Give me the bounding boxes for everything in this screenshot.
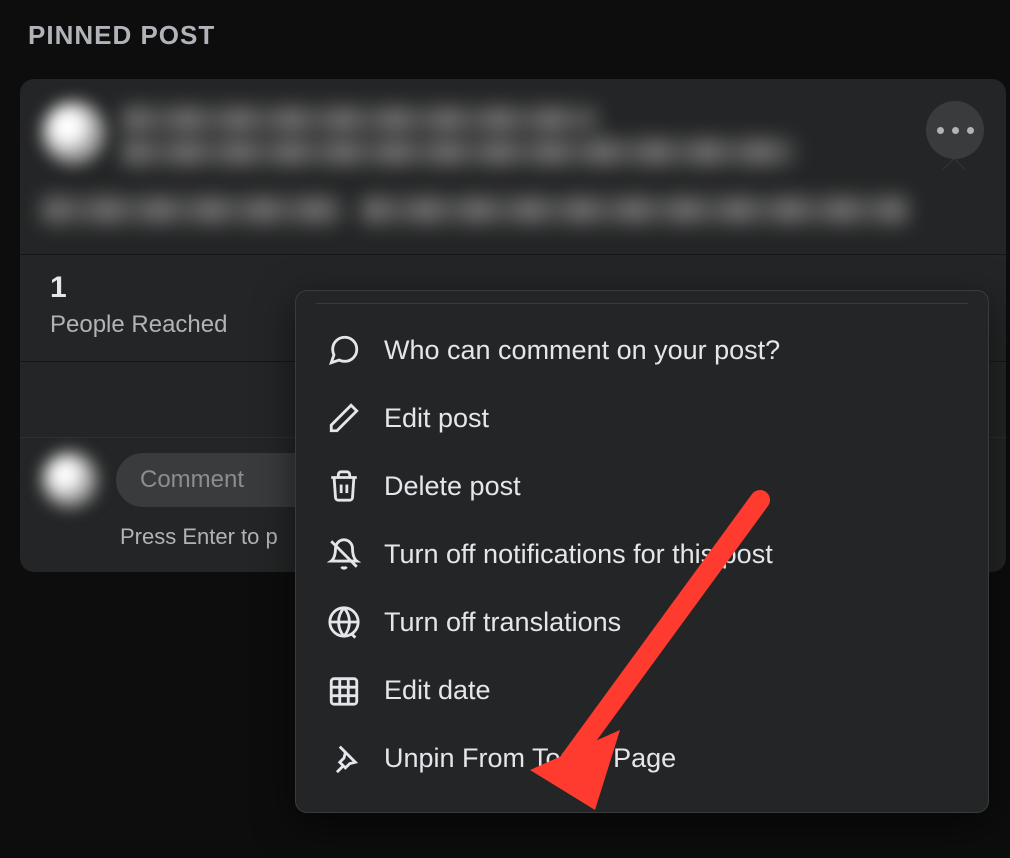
menu-label: Who can comment on your post? xyxy=(384,335,780,366)
trash-icon xyxy=(326,468,362,504)
author-name-blurred xyxy=(122,107,596,133)
menu-item-unpin[interactable]: Unpin From Top of Page xyxy=(296,724,988,792)
menu-item-edit-post[interactable]: Edit post xyxy=(296,384,988,452)
menu-item-turn-off-translations[interactable]: Turn off translations xyxy=(296,588,988,656)
more-icon xyxy=(952,127,959,134)
calendar-icon xyxy=(326,672,362,708)
menu-item-who-can-comment[interactable]: Who can comment on your post? xyxy=(296,316,988,384)
menu-separator xyxy=(316,303,968,304)
menu-label: Edit post xyxy=(384,403,489,434)
comment-bubble-icon xyxy=(326,332,362,368)
pinned-post-label: PINNED POST xyxy=(28,20,1006,51)
menu-label: Unpin From Top of Page xyxy=(384,743,676,774)
menu-item-edit-date[interactable]: Edit date xyxy=(296,656,988,724)
post-options-menu: Who can comment on your post? Edit post … xyxy=(295,290,989,813)
menu-item-turn-off-notifications[interactable]: Turn off notifications for this post xyxy=(296,520,988,588)
menu-label: Edit date xyxy=(384,675,491,706)
more-icon xyxy=(937,127,944,134)
menu-item-delete-post[interactable]: Delete post xyxy=(296,452,988,520)
pin-icon xyxy=(326,740,362,776)
bell-off-icon xyxy=(326,536,362,572)
pencil-icon xyxy=(326,400,362,436)
post-options-button[interactable] xyxy=(926,101,984,159)
post-meta-blurred xyxy=(122,139,794,165)
globe-icon xyxy=(326,604,362,640)
post-body-blurred xyxy=(20,181,1006,254)
menu-label: Turn off translations xyxy=(384,607,621,638)
menu-label: Delete post xyxy=(384,471,521,502)
author-avatar[interactable] xyxy=(42,101,106,165)
current-user-avatar[interactable] xyxy=(42,452,98,508)
more-icon xyxy=(967,127,974,134)
menu-label: Turn off notifications for this post xyxy=(384,539,773,570)
post-header xyxy=(20,79,1006,181)
dropdown-caret xyxy=(942,159,966,171)
